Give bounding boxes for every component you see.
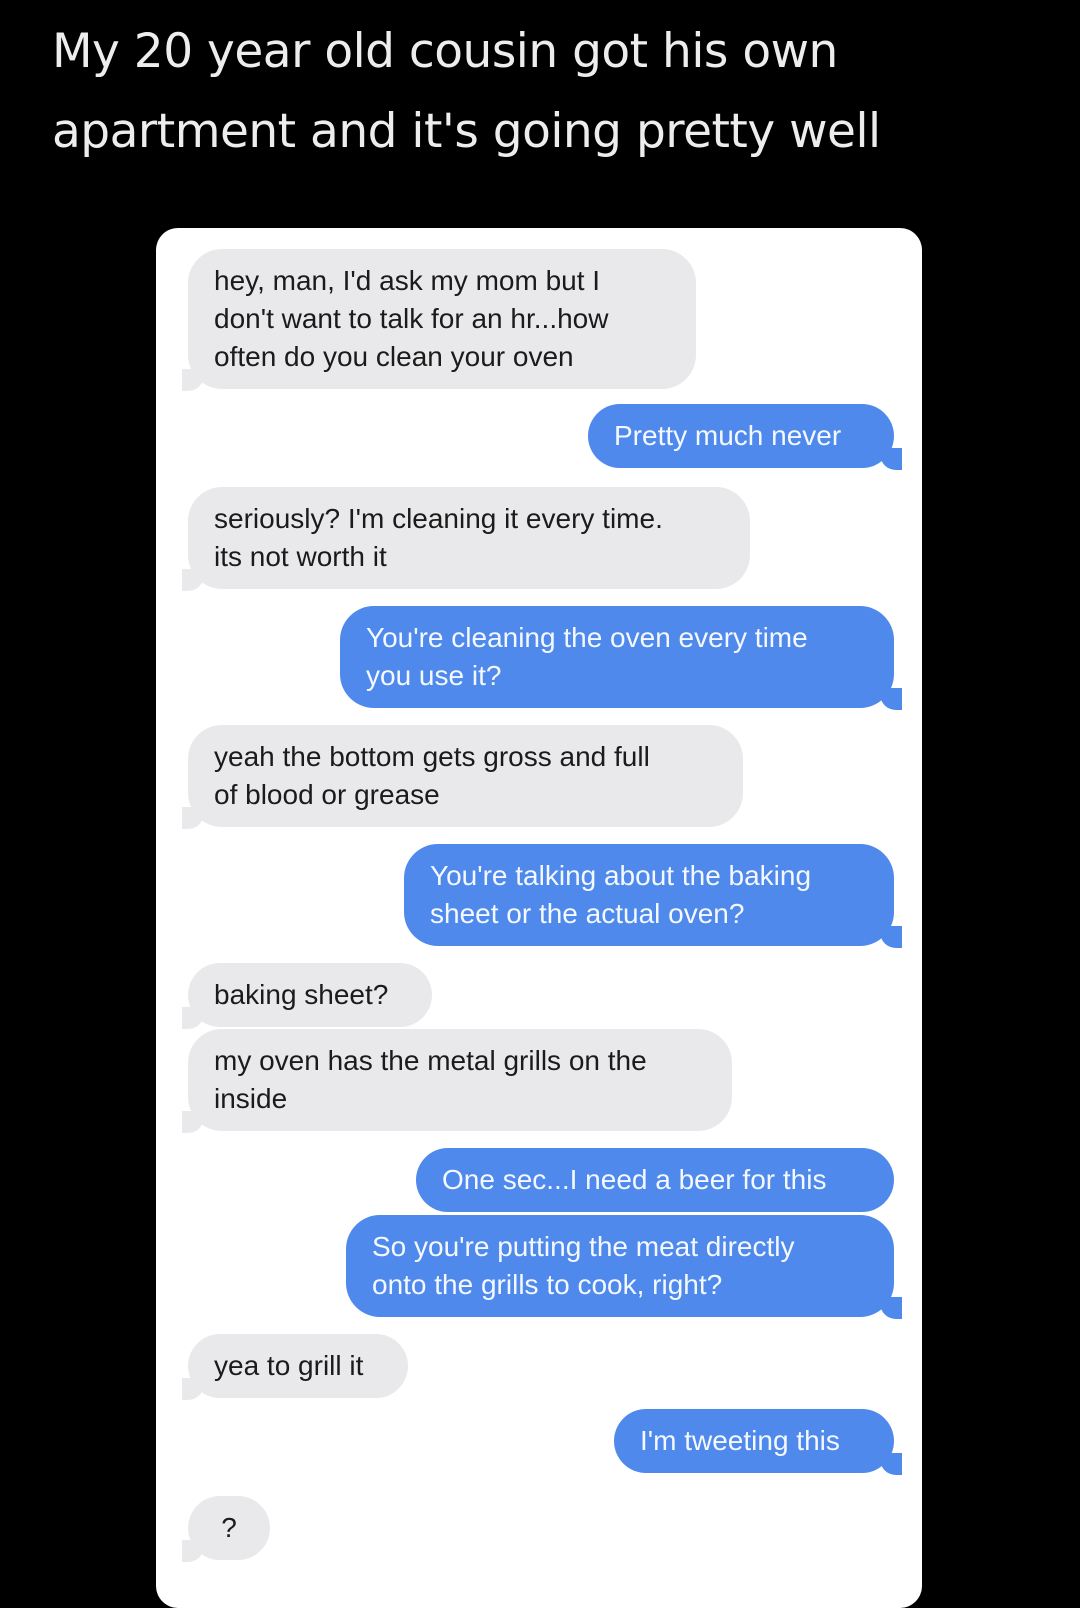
sent-message-bubble: I'm tweeting this: [614, 1409, 902, 1475]
caption-line-2: apartment and it's going pretty well: [52, 104, 881, 159]
message-line: ?: [221, 1512, 237, 1543]
message-line: You're talking about the baking: [430, 860, 812, 891]
message-line: You're cleaning the oven every time: [366, 622, 808, 653]
sent-message-bubble: You're talking about the baking sheet or…: [404, 844, 902, 948]
message-line: of blood or grease: [214, 779, 440, 810]
caption-line-1: My 20 year old cousin got his own: [52, 24, 838, 79]
message-line: onto the grills to cook, right?: [372, 1269, 723, 1300]
sent-message-bubble: One sec...I need a beer for this: [416, 1148, 894, 1212]
post-caption: My 20 year old cousin got his own apartm…: [52, 12, 1042, 172]
message-line: inside: [214, 1083, 288, 1114]
received-message-bubble: ?: [182, 1496, 270, 1562]
message-line: One sec...I need a beer for this: [442, 1164, 827, 1195]
received-message-bubble: yea to grill it: [182, 1334, 408, 1400]
received-message-bubble: my oven has the metal grills on the insi…: [182, 1029, 732, 1133]
message-line: yea to grill it: [214, 1350, 364, 1381]
message-line: yeah the bottom gets gross and full: [214, 741, 650, 772]
received-message-bubble: hey, man, I'd ask my mom but I don't wan…: [182, 249, 696, 391]
message-line: I'm tweeting this: [640, 1425, 840, 1456]
received-message-bubble: baking sheet?: [182, 963, 432, 1029]
message-line: you use it?: [366, 660, 502, 691]
received-message-bubble: yeah the bottom gets gross and full of b…: [182, 725, 743, 829]
message-line: Pretty much never: [614, 420, 842, 451]
message-line: hey, man, I'd ask my mom but I: [214, 265, 601, 296]
sent-message-bubble: Pretty much never: [588, 404, 902, 470]
message-line: often do you clean your oven: [214, 341, 574, 372]
received-message-bubble: seriously? I'm cleaning it every time. i…: [182, 487, 750, 591]
message-line: seriously? I'm cleaning it every time.: [214, 503, 663, 534]
message-line: my oven has the metal grills on the: [214, 1045, 647, 1076]
message-line: its not worth it: [214, 541, 387, 572]
message-line: don't want to talk for an hr...how: [214, 303, 609, 334]
sent-message-bubble: You're cleaning the oven every time you …: [340, 606, 902, 710]
sent-message-bubble: So you're putting the meat directly onto…: [346, 1215, 902, 1319]
message-line: So you're putting the meat directly: [372, 1231, 795, 1262]
message-line: baking sheet?: [214, 979, 389, 1010]
message-line: sheet or the actual oven?: [430, 898, 745, 929]
